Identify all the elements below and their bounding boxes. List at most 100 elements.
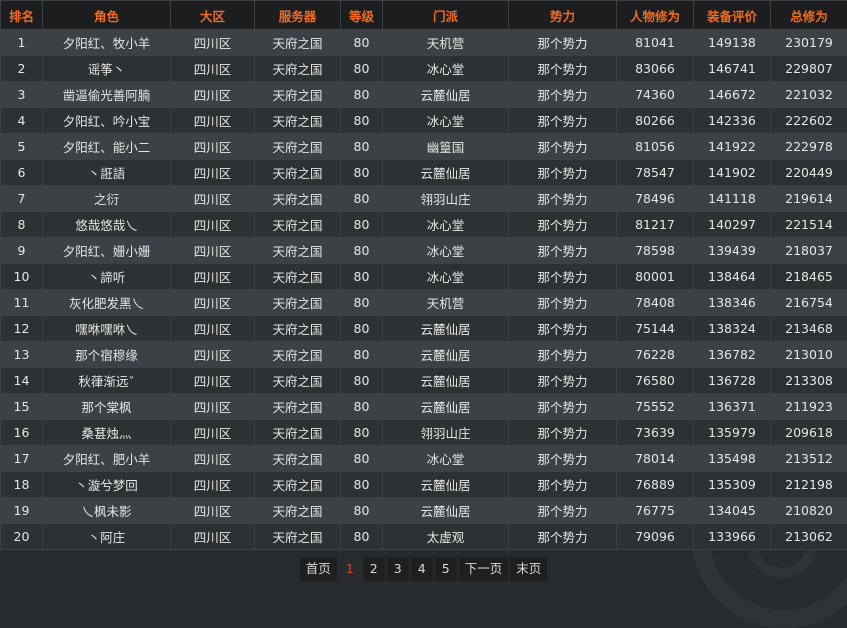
character-cell: 秋葎渐远ˇ <box>43 368 171 394</box>
sect-cell: 冰心堂 <box>383 446 509 472</box>
server-cell: 天府之国 <box>255 290 341 316</box>
col-header-faction[interactable]: 势力 <box>509 1 617 30</box>
total-cultivation-cell: 222602 <box>771 108 847 134</box>
sect-cell: 云麓仙居 <box>383 82 509 108</box>
table-row[interactable]: 1夕阳红、牧小羊四川区天府之国80天机营那个势力8104114913823017… <box>1 30 847 56</box>
equipment-score-cell: 146741 <box>694 56 771 82</box>
total-cultivation-cell: 222978 <box>771 134 847 160</box>
region-cell: 四川区 <box>171 316 255 342</box>
character-cultivation-cell: 80001 <box>617 264 694 290</box>
region-cell: 四川区 <box>171 446 255 472</box>
total-cultivation-cell: 219614 <box>771 186 847 212</box>
server-cell: 天府之国 <box>255 186 341 212</box>
table-row[interactable]: 18丶漩兮梦回四川区天府之国80云麓仙居那个势力7688913530921219… <box>1 472 847 498</box>
table-row[interactable]: 15那个棠枫四川区天府之国80云麓仙居那个势力75552136371211923 <box>1 394 847 420</box>
faction-cell: 那个势力 <box>509 368 617 394</box>
region-cell: 四川区 <box>171 238 255 264</box>
table-row[interactable]: 12嘿咻嘿咻乀四川区天府之国80云麓仙居那个势力7514413832421346… <box>1 316 847 342</box>
character-cultivation-cell: 81056 <box>617 134 694 160</box>
table-row[interactable]: 6丶誑語四川区天府之国80云麓仙居那个势力78547141902220449 <box>1 160 847 186</box>
col-header-total-cultivation[interactable]: 总修为 <box>771 1 847 30</box>
sect-cell: 云麓仙居 <box>383 498 509 524</box>
level-cell: 80 <box>341 186 383 212</box>
server-cell: 天府之国 <box>255 342 341 368</box>
page-2-button[interactable]: 2 <box>363 557 385 581</box>
table-row[interactable]: 5夕阳红、能小二四川区天府之国80幽篁国那个势力8105614192222297… <box>1 134 847 160</box>
equipment-score-cell: 146672 <box>694 82 771 108</box>
character-cultivation-cell: 78547 <box>617 160 694 186</box>
faction-cell: 那个势力 <box>509 30 617 56</box>
col-header-server[interactable]: 服务器 <box>255 1 341 30</box>
table-row[interactable]: 19乀枫未影四川区天府之国80云麓仙居那个势力76775134045210820 <box>1 498 847 524</box>
equipment-score-cell: 136782 <box>694 342 771 368</box>
page-3-button[interactable]: 3 <box>387 557 409 581</box>
sect-cell: 冰心堂 <box>383 264 509 290</box>
server-cell: 天府之国 <box>255 394 341 420</box>
table-row[interactable]: 20丶阿庄四川区天府之国80太虚观那个势力79096133966213062 <box>1 524 847 550</box>
table-row[interactable]: 3凿逼偷光善阿腩四川区天府之国80云麓仙居那个势力743601466722210… <box>1 82 847 108</box>
level-cell: 80 <box>341 238 383 264</box>
equipment-score-cell: 139439 <box>694 238 771 264</box>
total-cultivation-cell: 221514 <box>771 212 847 238</box>
last-page-button[interactable]: 末页 <box>510 557 547 581</box>
level-cell: 80 <box>341 342 383 368</box>
character-cultivation-cell: 75552 <box>617 394 694 420</box>
server-cell: 天府之国 <box>255 30 341 56</box>
server-cell: 天府之国 <box>255 316 341 342</box>
table-row[interactable]: 17夕阳红、肥小羊四川区天府之国80冰心堂那个势力780141354982135… <box>1 446 847 472</box>
level-cell: 80 <box>341 472 383 498</box>
faction-cell: 那个势力 <box>509 160 617 186</box>
equipment-score-cell: 136371 <box>694 394 771 420</box>
total-cultivation-cell: 218037 <box>771 238 847 264</box>
col-header-region[interactable]: 大区 <box>171 1 255 30</box>
table-row[interactable]: 8悠哉悠哉乀四川区天府之国80冰心堂那个势力81217140297221514 <box>1 212 847 238</box>
equipment-score-cell: 133966 <box>694 524 771 550</box>
sect-cell: 云麓仙居 <box>383 394 509 420</box>
col-header-sect[interactable]: 门派 <box>383 1 509 30</box>
col-header-character[interactable]: 角色 <box>43 1 171 30</box>
character-cell: 嘿咻嘿咻乀 <box>43 316 171 342</box>
first-page-button[interactable]: 首页 <box>300 557 337 581</box>
sect-cell: 云麓仙居 <box>383 368 509 394</box>
page-4-button[interactable]: 4 <box>411 557 433 581</box>
character-cultivation-cell: 80266 <box>617 108 694 134</box>
character-cultivation-cell: 76580 <box>617 368 694 394</box>
table-row[interactable]: 13那个宿穆缘四川区天府之国80云麓仙居那个势力7622813678221301… <box>1 342 847 368</box>
col-header-equipment-score[interactable]: 装备评价 <box>694 1 771 30</box>
table-row[interactable]: 11灰化肥发黑乀四川区天府之国80天机营那个势力7840813834621675… <box>1 290 847 316</box>
col-header-character-cultivation[interactable]: 人物修为 <box>617 1 694 30</box>
rank-cell: 20 <box>1 524 43 550</box>
character-cultivation-cell: 76228 <box>617 342 694 368</box>
server-cell: 天府之国 <box>255 264 341 290</box>
table-row[interactable]: 16桑葚烛灬四川区天府之国80翎羽山庄那个势力73639135979209618 <box>1 420 847 446</box>
page-1-button[interactable]: 1 <box>339 557 361 581</box>
table-row[interactable]: 2谣筝丶四川区天府之国80冰心堂那个势力83066146741229807 <box>1 56 847 82</box>
character-cultivation-cell: 78408 <box>617 290 694 316</box>
page-5-button[interactable]: 5 <box>435 557 457 581</box>
character-cultivation-cell: 75144 <box>617 316 694 342</box>
total-cultivation-cell: 216754 <box>771 290 847 316</box>
faction-cell: 那个势力 <box>509 394 617 420</box>
next-page-button[interactable]: 下一页 <box>459 557 509 581</box>
sect-cell: 天机营 <box>383 290 509 316</box>
region-cell: 四川区 <box>171 420 255 446</box>
total-cultivation-cell: 213062 <box>771 524 847 550</box>
level-cell: 80 <box>341 524 383 550</box>
rank-cell: 10 <box>1 264 43 290</box>
character-cell: 那个棠枫 <box>43 394 171 420</box>
table-row[interactable]: 4夕阳红、吟小宝四川区天府之国80冰心堂那个势力8026614233622260… <box>1 108 847 134</box>
faction-cell: 那个势力 <box>509 134 617 160</box>
rank-cell: 17 <box>1 446 43 472</box>
col-header-rank[interactable]: 排名 <box>1 1 43 30</box>
total-cultivation-cell: 213010 <box>771 342 847 368</box>
character-cell: 灰化肥发黑乀 <box>43 290 171 316</box>
table-row[interactable]: 14秋葎渐远ˇ四川区天府之国80云麓仙居那个势力7658013672821330… <box>1 368 847 394</box>
col-header-level[interactable]: 等级 <box>341 1 383 30</box>
faction-cell: 那个势力 <box>509 498 617 524</box>
table-row[interactable]: 9夕阳红、姗小姗四川区天府之国80冰心堂那个势力7859813943921803… <box>1 238 847 264</box>
table-row[interactable]: 10丶諦听四川区天府之国80冰心堂那个势力80001138464218465 <box>1 264 847 290</box>
faction-cell: 那个势力 <box>509 290 617 316</box>
rank-cell: 14 <box>1 368 43 394</box>
character-cell: 丶諦听 <box>43 264 171 290</box>
table-row[interactable]: 7之衍四川区天府之国80翎羽山庄那个势力78496141118219614 <box>1 186 847 212</box>
